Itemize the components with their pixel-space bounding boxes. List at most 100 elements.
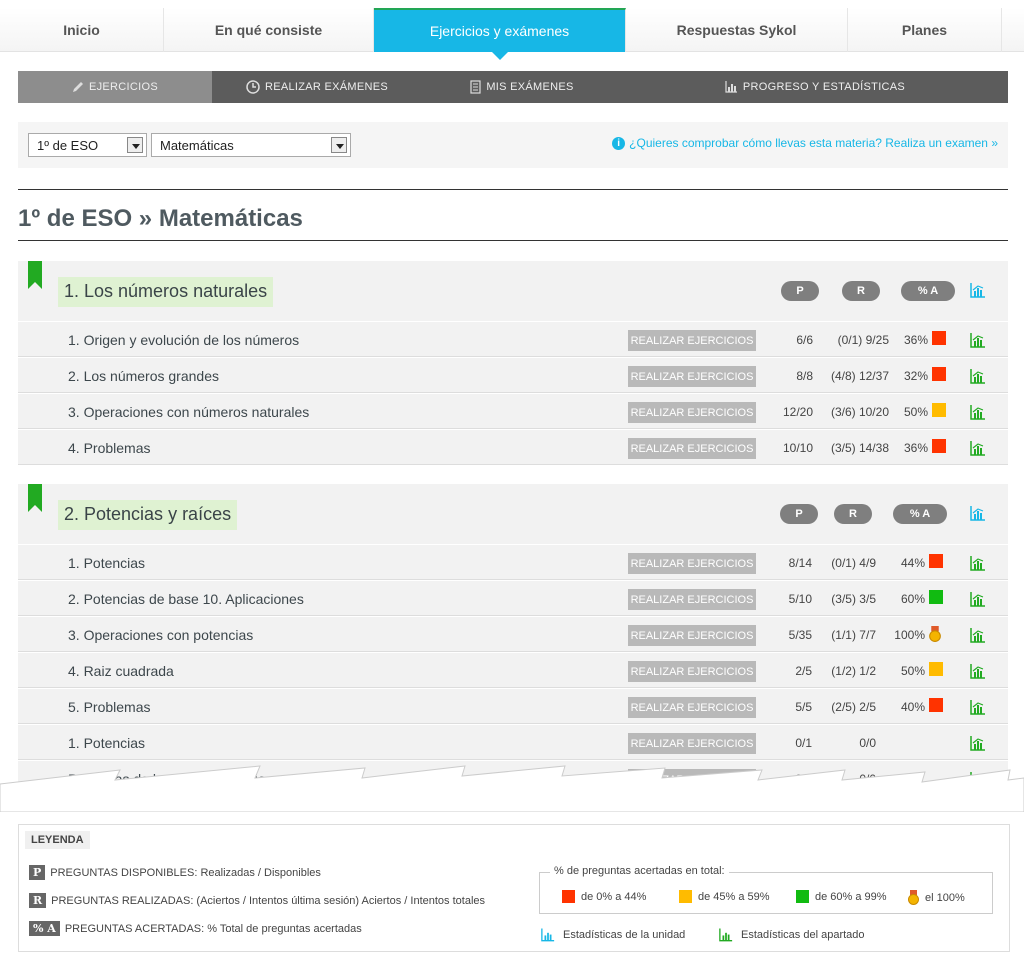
legend-r-text: PREGUNTAS REALIZADAS: (Aciertos / Intent… <box>51 894 486 907</box>
nav-inicio[interactable]: Inicio <box>0 8 164 52</box>
percent-correct: 32% <box>903 369 928 383</box>
realizar-ejercicios-button[interactable]: REALIZAR EJERCICIOS <box>628 625 756 646</box>
yellow-status-square-icon <box>932 403 946 417</box>
divider <box>18 240 1008 241</box>
done-count: (3/5) 3/5 <box>831 592 876 606</box>
realizar-ejercicios-button[interactable]: REALIZAR EJERCICIOS <box>628 402 756 423</box>
tab-mis-examenes-label: MIS EXÁMENES <box>486 81 574 93</box>
legend-a-text: PREGUNTAS ACERTADAS: % Total de pregunta… <box>64 922 362 935</box>
section-stats-icon[interactable] <box>970 441 986 456</box>
percent-legend-green: de 60% a 99% <box>796 890 887 903</box>
nav-en-que-consiste[interactable]: En qué consiste <box>164 8 374 52</box>
red-square-icon <box>562 890 575 903</box>
section-stats-icon[interactable] <box>970 628 986 643</box>
subject-select[interactable]: Matemáticas <box>151 133 351 157</box>
done-count: 0/0 <box>859 736 876 750</box>
unit-header: 1. Los números naturales P R % A <box>18 261 1008 321</box>
unit-rows: 1. Origen y evolución de los números REAL… <box>18 321 1008 465</box>
medal-icon <box>908 890 919 905</box>
percent-correct: 100% <box>894 628 925 642</box>
realizar-ejercicios-button[interactable]: REALIZAR EJERCICIOS <box>628 366 756 387</box>
percent-legend-green-text: de 60% a 99% <box>815 890 887 903</box>
table-row: 1. Origen y evolución de los números REAL… <box>18 321 1008 357</box>
percent-legend-medal: el 100% <box>908 890 965 905</box>
tab-realizar-examenes[interactable]: REALIZAR EXÁMENES <box>212 71 422 103</box>
available-count: 12/20 <box>782 405 813 419</box>
table-row: 4. Raiz cuadrada REALIZAR EJERCICIOS 2/5 (1… <box>18 652 1008 688</box>
realizar-ejercicios-button[interactable]: REALIZAR EJERCICIOS <box>628 733 756 754</box>
column-a-header: % A <box>893 504 947 524</box>
section-stats-icon[interactable] <box>970 333 986 348</box>
legend: LEYENDA P PREGUNTAS DISPONIBLES: Realiza… <box>18 824 1010 952</box>
percent-correct: 44% <box>900 556 925 570</box>
table-row: 2. Los números grandes REALIZAR EJERCICIO… <box>18 357 1008 393</box>
tab-ejercicios[interactable]: EJERCICIOS <box>18 71 212 103</box>
done-count: (0/1) 4/9 <box>831 556 876 570</box>
column-a-header: % A <box>901 281 955 301</box>
done-count: (2/5) 2/5 <box>831 700 876 714</box>
percent-correct: 60% <box>900 592 925 606</box>
nav-planes[interactable]: Planes <box>848 8 1002 52</box>
table-row: 3. Operaciones con números naturales REAL… <box>18 393 1008 429</box>
section-stats-icon[interactable] <box>970 736 986 751</box>
realizar-ejercicios-button[interactable]: REALIZAR EJERCICIOS <box>628 661 756 682</box>
chevron-down-icon <box>127 137 143 153</box>
tab-realizar-examenes-label: REALIZAR EXÁMENES <box>264 81 389 93</box>
nav-respuestas-sykol[interactable]: Respuestas Sykol <box>626 8 848 52</box>
realizar-ejercicios-button[interactable]: REALIZAR EJERCICIOS <box>628 330 756 351</box>
legend-p-row: P PREGUNTAS DISPONIBLES: Realizadas / Di… <box>29 865 321 880</box>
tab-progreso[interactable]: PROGRESO Y ESTADÍSTICAS <box>622 71 1008 103</box>
done-count: (0/1) 9/25 <box>837 333 889 347</box>
chevron-down-icon <box>331 137 347 153</box>
unit-header: 2. Potencias y raíces P R % A <box>18 484 1008 544</box>
legend-section-stats: Estadísticas del apartado <box>719 928 865 942</box>
red-status-square-icon <box>929 554 943 568</box>
green-square-icon <box>796 890 809 903</box>
course-select[interactable]: 1º de ESO <box>28 133 147 157</box>
clock-icon <box>246 80 260 94</box>
legend-a-row: % A PREGUNTAS ACERTADAS: % Total de preg… <box>29 921 362 936</box>
document-icon <box>470 80 481 94</box>
section-stats-icon[interactable] <box>970 664 986 679</box>
unit-title: 1. Los números naturales <box>58 277 274 307</box>
realizar-ejercicios-button[interactable]: REALIZAR EJERCICIOS <box>628 697 756 718</box>
section-label: 3. Operaciones con números naturales <box>68 404 310 420</box>
unit-block: 1. Los números naturales P R % A 1. Orig… <box>18 261 1008 465</box>
section-stats-icon[interactable] <box>970 700 986 715</box>
unit-stats-icon[interactable] <box>970 506 986 521</box>
realizar-ejercicios-button[interactable]: REALIZAR EJERCICIOS <box>628 589 756 610</box>
tab-ejercicios-label: EJERCICIOS <box>88 81 158 93</box>
nav-ejercicios-examenes[interactable]: Ejercicios y exámenes <box>374 8 626 60</box>
tab-progreso-label: PROGRESO Y ESTADÍSTICAS <box>742 81 906 93</box>
legend-r-row: R PREGUNTAS REALIZADAS: (Aciertos / Inte… <box>29 893 485 908</box>
percent-legend-caption: % de preguntas acertadas en total: <box>550 865 729 877</box>
section-stats-icon[interactable] <box>970 369 986 384</box>
section-stats-icon[interactable] <box>970 556 986 571</box>
exam-link-text: ¿Quieres comprobar cómo llevas esta mate… <box>629 136 998 150</box>
realizar-ejercicios-button[interactable]: REALIZAR EJERCICIOS <box>628 553 756 574</box>
column-p-header: P <box>781 281 819 301</box>
red-status-square-icon <box>929 698 943 712</box>
percent-legend-box: % de preguntas acertadas en total: de 0%… <box>539 865 993 914</box>
unit-stats-icon[interactable] <box>970 283 986 298</box>
pencil-icon <box>72 81 84 93</box>
column-r-header: R <box>842 281 880 301</box>
section-label: 5. Problemas <box>68 699 151 715</box>
tab-mis-examenes[interactable]: MIS EXÁMENES <box>422 71 622 103</box>
done-count: (1/1) 7/7 <box>831 628 876 642</box>
chart-icon <box>725 81 738 93</box>
section-label: 3. Operaciones con potencias <box>68 627 254 643</box>
green-status-square-icon <box>929 590 943 604</box>
unit-title: 2. Potencias y raíces <box>58 500 238 530</box>
section-stats-icon[interactable] <box>970 592 986 607</box>
red-status-square-icon <box>932 367 946 381</box>
section-stats-icon[interactable] <box>970 405 986 420</box>
realizar-ejercicios-button[interactable]: REALIZAR EJERCICIOS <box>628 438 756 459</box>
available-count: 8/8 <box>796 369 813 383</box>
unit-block: 2. Potencias y raíces P R % A 1. Potenci… <box>18 484 1008 796</box>
exam-link[interactable]: i ¿Quieres comprobar cómo llevas esta ma… <box>612 136 998 150</box>
table-row: 4. Problemas REALIZAR EJERCICIOS 10/10 (3/5… <box>18 429 1008 465</box>
available-count: 10/10 <box>782 441 813 455</box>
info-icon: i <box>612 136 626 150</box>
section-stats-icon <box>719 928 733 942</box>
